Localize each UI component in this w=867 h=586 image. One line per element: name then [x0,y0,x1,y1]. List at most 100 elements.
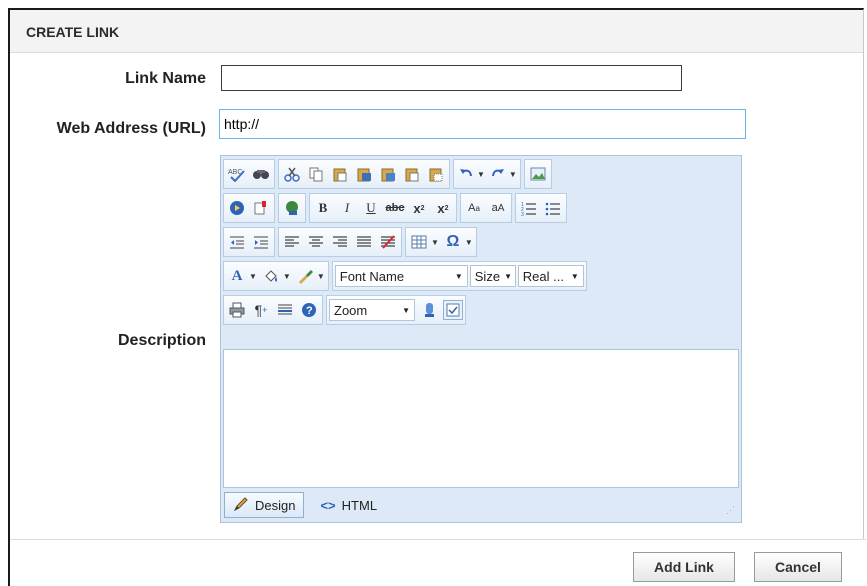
paragraph-style-select[interactable]: Real ... ▼ [517,265,584,287]
subscript-icon[interactable]: x2 [433,198,453,218]
underline-icon[interactable]: U [361,198,381,218]
toolbar-group-font: Font Name ▼ Size ▼ Real ... ▼ [331,261,587,291]
paste-word-icon[interactable] [354,164,374,184]
toolbar-group-image [523,159,552,189]
zoom-select[interactable]: Zoom ▼ [329,299,415,321]
hyperlink-icon[interactable] [282,198,302,218]
indent-icon[interactable] [251,232,271,252]
link-name-input[interactable] [221,65,682,91]
html-mode-button[interactable]: <> HTML [312,492,385,518]
paragraph-style-value: Real ... [522,268,564,284]
special-character-icon[interactable]: Ω [443,232,463,252]
chevron-down-icon: ▼ [504,271,512,281]
toolbar-group-case: Aa aA [460,193,512,223]
zoom-value: Zoom [334,302,368,318]
toolbar-group-colors: A ▼ ▼ ▼ [223,261,329,291]
table-dropdown-icon[interactable]: ▼ [431,238,439,247]
copy-icon[interactable] [306,164,326,184]
redo-dropdown-icon[interactable]: ▼ [509,170,517,179]
lowercase-icon[interactable]: Aa [464,198,484,218]
format-stripper-icon[interactable] [295,266,315,286]
toolbar-group-media [223,193,275,223]
spellcheck-icon[interactable]: ABC [227,164,247,184]
font-name-select[interactable]: Font Name ▼ [334,265,468,287]
outdent-icon[interactable] [227,232,247,252]
help-icon[interactable]: ? [299,300,319,320]
pencil-icon [233,496,249,515]
paragraph-marks-icon[interactable]: ¶ + [251,300,271,320]
add-link-button[interactable]: Add Link [633,552,735,582]
paste-plain-icon[interactable] [378,164,398,184]
toolbar-group-align [278,227,402,257]
font-size-select[interactable]: Size ▼ [469,265,516,287]
paste-html-icon[interactable] [402,164,422,184]
toolbar-group-insert: ▼ Ω ▼ [405,227,477,257]
editor-content-area[interactable] [223,349,739,488]
rich-text-editor: ABC ▼ ▼ B I U abc x 2 x 2 A a a A 1 2 3 … [220,155,742,523]
module-manager-icon[interactable] [419,300,439,320]
font-name-value: Font Name [339,268,405,284]
uppercase-icon[interactable]: aA [488,198,508,218]
background-color-dropdown-icon[interactable]: ▼ [283,272,291,281]
find-icon[interactable] [251,164,271,184]
code-icon: <> [320,497,336,513]
dialog-footer: Add Link Cancel [10,539,866,586]
background-color-icon[interactable] [261,266,281,286]
toolbar-group-zoom: Zoom ▼ [326,295,466,325]
remove-alignment-icon[interactable] [378,232,398,252]
undo-dropdown-icon[interactable]: ▼ [477,170,485,179]
font-color-dropdown-icon[interactable]: ▼ [249,272,257,281]
image-icon[interactable] [528,164,548,184]
chevron-down-icon: ▼ [570,271,579,281]
chevron-down-icon: ▼ [454,271,463,281]
cut-icon[interactable] [282,164,302,184]
resize-handle-icon[interactable]: ⋰ [726,505,735,516]
toolbar-group-clipboard [278,159,450,189]
align-center-icon[interactable] [306,232,326,252]
design-mode-label: Design [255,497,296,513]
superscript-icon[interactable]: x2 [409,198,429,218]
media-icon[interactable] [227,198,247,218]
svg-text:3: 3 [521,212,524,216]
align-justify-icon[interactable] [354,232,374,252]
design-mode-button[interactable]: Design [224,492,305,518]
align-left-icon[interactable] [282,232,302,252]
redo-icon[interactable] [489,164,507,184]
toolbar-group-indent [223,227,275,257]
chevron-down-icon: ▼ [402,305,410,315]
symbol-dropdown-icon[interactable]: ▼ [465,238,473,247]
toolbar-row-1: ABC ▼ ▼ [223,159,552,189]
toolbar-row-3: ▼ Ω ▼ [223,227,477,257]
dialog-title: CREATE LINK [10,10,863,53]
font-size-value: Size [474,268,501,284]
strikethrough-icon[interactable]: abc [385,198,405,218]
paste-icon[interactable] [330,164,350,184]
bullet-list-icon[interactable] [543,198,563,218]
horizontal-rule-icon[interactable] [275,300,295,320]
print-icon[interactable] [227,300,247,320]
paste-special-icon[interactable] [426,164,446,184]
numbered-list-icon[interactable]: 123 [519,198,539,218]
editor-mode-bar: Design <> HTML ⋰ [223,490,739,520]
url-input[interactable] [219,109,746,139]
toolbar-group-link [278,193,306,223]
create-link-dialog: CREATE LINK Link Name Web Address (URL) … [8,8,866,586]
document-icon[interactable] [251,198,271,218]
html-mode-label: HTML [341,497,378,513]
toolbar-group-lists: 123 [515,193,567,223]
italic-icon[interactable]: I [337,198,357,218]
table-icon[interactable] [409,232,429,252]
align-right-icon[interactable] [330,232,350,252]
undo-icon[interactable] [457,164,475,184]
format-stripper-dropdown-icon[interactable]: ▼ [317,272,325,281]
description-label: Description [117,332,206,349]
cancel-button[interactable]: Cancel [754,552,842,582]
toggle-fullscreen-icon[interactable] [443,300,463,320]
bold-icon[interactable]: B [313,198,333,218]
toolbar-group-history: ▼ ▼ [453,159,521,189]
url-label: Web Address (URL) [56,120,206,137]
toolbar-row-4: A ▼ ▼ ▼ Font Name ▼ Size ▼ Real ... ▼ [223,261,587,291]
svg-text:?: ? [306,305,313,317]
font-color-icon[interactable]: A [227,266,247,286]
link-name-label: Link Name [125,70,206,87]
